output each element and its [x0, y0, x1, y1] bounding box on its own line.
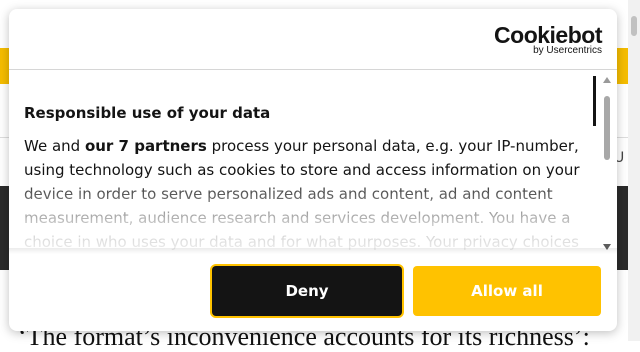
consent-content[interactable]: Responsible use of your data We and our …: [9, 70, 617, 252]
page-scrollbar[interactable]: [628, 0, 640, 341]
dialog-header: Cookiebot by Usercentrics: [9, 9, 617, 69]
allow-all-button[interactable]: Allow all: [413, 266, 601, 316]
cookiebot-logo: Cookiebot by Usercentrics: [494, 23, 602, 56]
scroll-up-arrow-icon[interactable]: [603, 77, 611, 83]
cookie-consent-dialog: Cookiebot by Usercentrics Responsible us…: [9, 9, 617, 331]
deny-button[interactable]: Deny: [212, 266, 402, 316]
body-intro: We and: [24, 137, 85, 155]
content-fade: [9, 175, 599, 252]
content-scrollbar-thumb[interactable]: [604, 96, 610, 160]
footer-shadow: [9, 248, 617, 254]
page-scrollbar-thumb[interactable]: [631, 16, 637, 36]
content-scrollbar[interactable]: [601, 76, 613, 252]
consent-heading: Responsible use of your data: [24, 104, 271, 122]
focus-indicator: [593, 76, 596, 126]
partners-link[interactable]: our 7 partners: [85, 137, 207, 155]
logo-wordmark: Cookiebot: [494, 22, 602, 48]
